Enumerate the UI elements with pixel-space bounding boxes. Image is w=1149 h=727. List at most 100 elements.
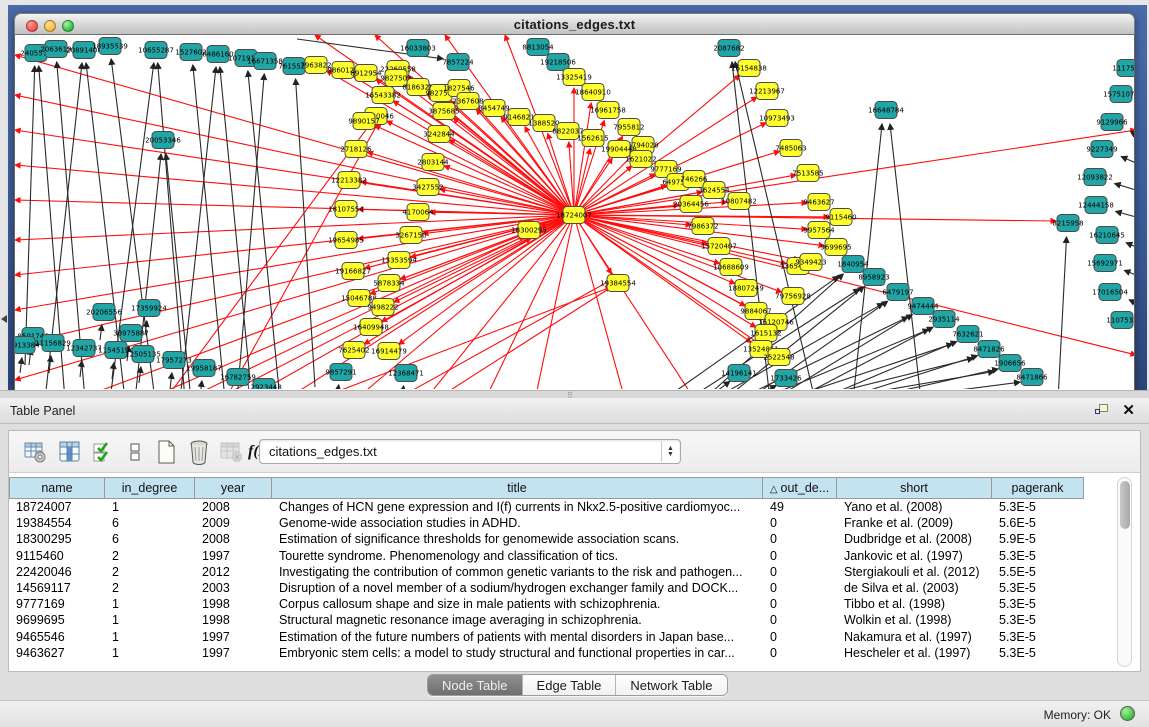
table-row[interactable]: 946554611997Estimation of the future num… <box>9 629 1085 645</box>
table-row[interactable]: 1830029562008Estimation of significance … <box>9 531 1085 547</box>
graph-node-label: 19384554 <box>600 279 636 287</box>
table-cell-short: Jankovic et al. (1997) <box>837 548 992 564</box>
select-all-icon[interactable] <box>89 438 117 466</box>
graph-node-label: 7986372 <box>687 222 718 230</box>
table-cell-short: Hescheler et al. (1997) <box>837 645 992 661</box>
graph-node-label: 9890157 <box>348 117 379 125</box>
table-cell-title: Estimation of significance thresholds fo… <box>272 531 763 547</box>
graph-node-label: 13325419 <box>556 73 592 81</box>
graph-node-label: 3875685 <box>428 107 459 115</box>
column-header-title[interactable]: title <box>272 478 763 498</box>
table-row[interactable]: 911546021997Tourette syndrome. Phenomeno… <box>9 548 1085 564</box>
graph-node-label: 3624554 <box>698 186 730 194</box>
graph-node-label: 12923448 <box>246 383 282 389</box>
tab-node-table[interactable]: Node Table <box>428 675 523 695</box>
graph-node-label: 2522548 <box>763 353 794 361</box>
network-window-titlebar[interactable]: citations_edges.txt <box>14 13 1135 35</box>
show-column-icon[interactable] <box>56 438 84 466</box>
table-toolbar: f(x) citations_edges.txt ▲▼ <box>9 431 1140 473</box>
table-cell-year: 2012 <box>195 564 272 580</box>
table-cell-out-de-: 0 <box>763 531 837 547</box>
table-row[interactable]: 2242004622012Investigating the contribut… <box>9 564 1085 580</box>
table-vertical-scrollbar[interactable] <box>1117 477 1132 667</box>
delete-column-icon[interactable] <box>185 438 213 466</box>
graph-node-label: 8958923 <box>858 273 889 281</box>
table-panel-title: Table Panel <box>10 404 75 418</box>
column-header-short[interactable]: short <box>837 478 992 498</box>
graph-node-label: 18300295 <box>511 226 547 234</box>
graph-node-label: 10973493 <box>759 114 795 122</box>
table-cell-in-degree: 6 <box>105 515 195 531</box>
network-view-window: citations_edges.txt 24055722063619208914… <box>14 13 1135 390</box>
graph-node-label: 8912954 <box>350 69 382 77</box>
graph-node-label: 20364456 <box>673 200 709 208</box>
graph-node-label: 15720407 <box>701 242 737 250</box>
column-header-in-degree[interactable]: in_degree <box>105 478 195 498</box>
table-select-dropdown[interactable]: citations_edges.txt ▲▼ <box>259 439 681 464</box>
graph-node-label: 3267150 <box>395 231 426 239</box>
graph-node-label: 14196141 <box>721 369 757 377</box>
table-cell-out-de-: 0 <box>763 629 837 645</box>
graph-node-label: 8471866 <box>1016 373 1048 381</box>
graph-node-label: 1562615 <box>577 134 608 142</box>
table-cell-short: Tibbo et al. (1998) <box>837 596 992 612</box>
table-cell-out-de-: 0 <box>763 548 837 564</box>
graph-node-label: 8454749 <box>478 104 509 112</box>
graph-node-label: 17359924 <box>131 304 167 312</box>
graph-node-label: 10655287 <box>138 46 174 54</box>
network-canvas-svg[interactable]: 2405572206361920891406189355391065528715… <box>15 35 1134 389</box>
column-header-pagerank[interactable]: pagerank <box>992 478 1084 498</box>
graph-node-label: 1388520 <box>528 119 559 127</box>
graph-node-label: 18107554 <box>328 205 364 213</box>
table-panel-header: Table Panel ✕ <box>0 398 1149 424</box>
table-cell-pagerank: 5.3E-5 <box>992 548 1084 564</box>
graph-node-label: 9498222 <box>367 303 398 311</box>
graph-node-label: 12213382 <box>331 176 367 184</box>
memory-status-indicator-icon[interactable] <box>1120 706 1135 721</box>
column-header-name[interactable]: name <box>9 478 105 498</box>
float-panel-icon[interactable] <box>1095 404 1109 417</box>
table-cell-out-de-: 49 <box>763 499 837 515</box>
close-panel-icon[interactable]: ✕ <box>1122 401 1135 419</box>
graph-node-label: 3242844 <box>423 130 455 138</box>
row-height-icon[interactable] <box>121 438 149 466</box>
scrollbar-thumb[interactable] <box>1120 481 1130 529</box>
graph-node-label: 5878334 <box>373 279 405 287</box>
graph-node-label: 9957564 <box>803 226 835 234</box>
table-cell-out-de-: 0 <box>763 580 837 596</box>
new-document-icon[interactable] <box>152 438 180 466</box>
table-row[interactable]: 977716911998Corpus callosum shape and si… <box>9 596 1085 612</box>
table-row[interactable]: 946362711997Embryonic stem cells: a mode… <box>9 645 1085 661</box>
desktop-background: citations_edges.txt 24055722063619208914… <box>0 0 1149 398</box>
network-canvas[interactable]: 2405572206361920891406189355391065528715… <box>14 35 1135 390</box>
table-row[interactable]: 969969511998Structural magnetic resonanc… <box>9 612 1085 628</box>
table-cell-title: Tourette syndrome. Phenomenology and cla… <box>272 548 763 564</box>
panel-splitter[interactable]: ⣿ <box>0 390 1149 398</box>
graph-node-label: 17016504 <box>1092 288 1128 296</box>
column-header-year[interactable]: year <box>195 478 272 498</box>
graph-node-label: 7857224 <box>442 58 474 66</box>
table-row[interactable]: 1938455462009Genome-wide association stu… <box>9 515 1085 531</box>
table-cell-short: Wolkin et al. (1998) <box>837 612 992 628</box>
tab-network-table[interactable]: Network Table <box>616 675 726 695</box>
graph-node-label: 746266 <box>681 175 708 183</box>
table-settings-icon[interactable] <box>21 438 49 466</box>
graph-node-label: 9115460 <box>825 213 856 221</box>
table-row[interactable]: 1872400712008Changes of HCN gene express… <box>9 499 1085 515</box>
table-cell-name: 18724007 <box>9 499 105 515</box>
table-cell-name: 9115460 <box>9 548 105 564</box>
tab-edge-table[interactable]: Edge Table <box>523 675 617 695</box>
table-cell-in-degree: 1 <box>105 612 195 628</box>
table-cell-short: de Silva et al. (2003) <box>837 580 992 596</box>
graph-node-label: 12368471 <box>388 369 424 377</box>
graph-node-label: 19654985 <box>328 236 364 244</box>
column-header-out-de-[interactable]: △out_de... <box>763 478 837 498</box>
graph-node-label: 12444158 <box>1078 201 1114 209</box>
table-cell-year: 1998 <box>195 612 272 628</box>
graph-node-label: 2935114 <box>928 315 960 323</box>
panel-collapse-arrow-icon[interactable] <box>1 315 7 323</box>
table-cell-name: 18300295 <box>9 531 105 547</box>
table-cell-pagerank: 5.3E-5 <box>992 596 1084 612</box>
table-cell-name: 9699695 <box>9 612 105 628</box>
table-row[interactable]: 1456911722003Disruption of a novel membe… <box>9 580 1085 596</box>
